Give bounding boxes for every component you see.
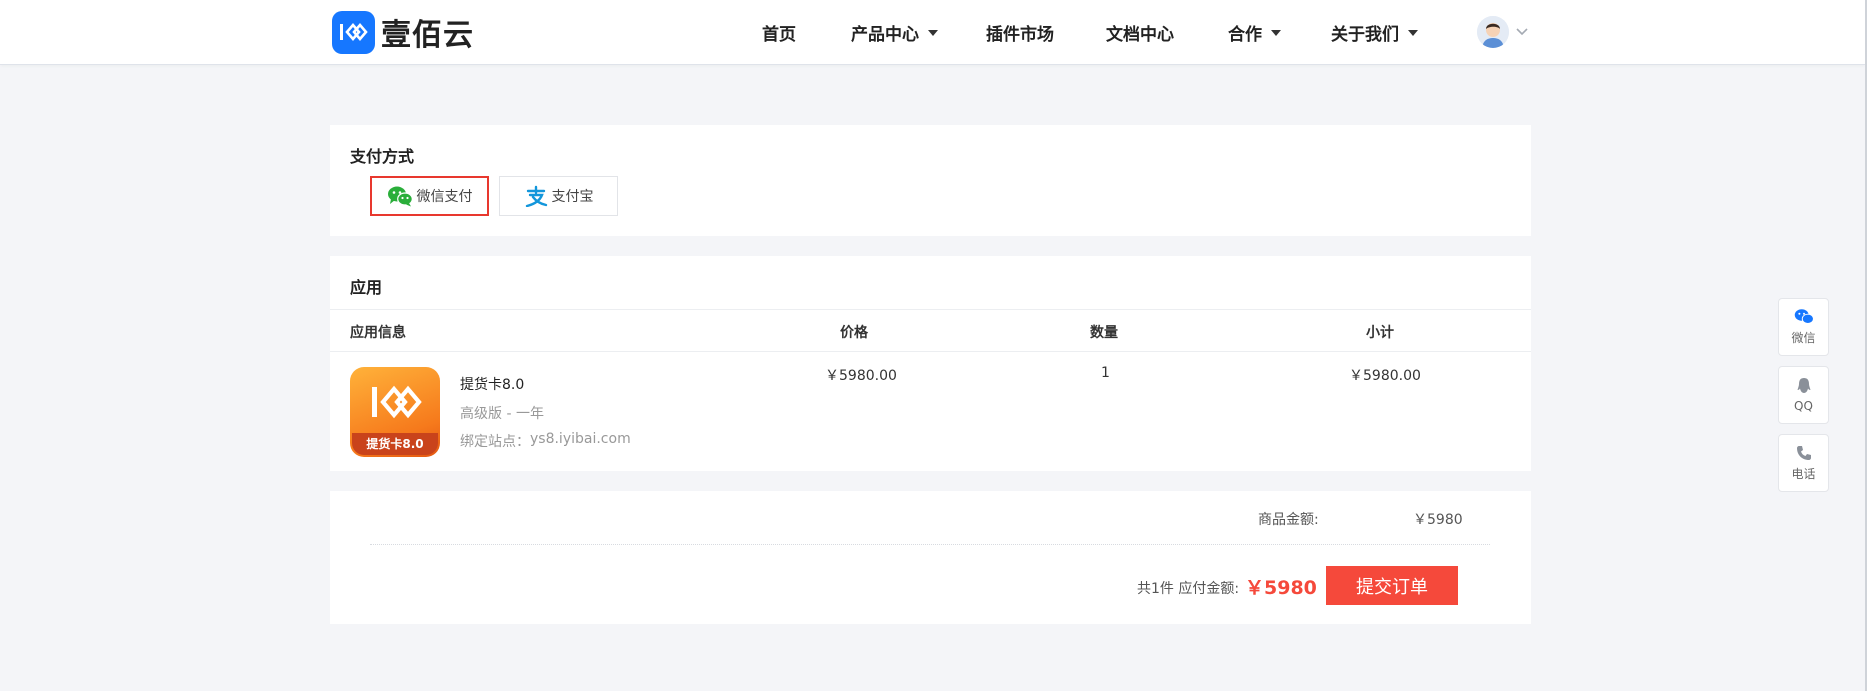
alipay-option[interactable]: 支付宝 <box>499 176 618 216</box>
app-icon-badge: 提货卡8.0 <box>352 433 438 455</box>
float-phone-label: 电话 <box>1791 466 1816 481</box>
nav-about[interactable]: 关于我们 <box>1331 0 1418 65</box>
caret-down-icon <box>928 29 938 36</box>
top-header: 壹佰云 首页 产品中心 插件市场 文档中心 合作 关于我们 <box>0 0 1865 65</box>
col-price: 价格 <box>840 325 868 341</box>
summary-divider <box>370 544 1490 545</box>
wechat-icon <box>387 186 413 207</box>
float-wechat-label: 微信 <box>1791 331 1816 345</box>
float-qq-button[interactable]: QQ <box>1778 366 1829 424</box>
caret-down-icon <box>1271 29 1281 36</box>
nav-cooperation[interactable]: 合作 <box>1228 0 1281 65</box>
nav-home-label: 首页 <box>762 25 796 45</box>
payment-title: 支付方式 <box>350 147 415 166</box>
wechat-icon <box>1794 309 1814 324</box>
nav-plugins[interactable]: 插件市场 <box>986 0 1054 65</box>
site-label: 绑定站点： <box>460 434 530 450</box>
item-quantity: 1 <box>1101 365 1110 381</box>
phone-icon <box>1796 445 1811 460</box>
caret-down-icon <box>1408 29 1418 36</box>
app-title: 应用 <box>350 278 383 297</box>
float-phone-button[interactable]: 电话 <box>1778 434 1829 492</box>
qq-icon <box>1797 378 1810 393</box>
user-avatar[interactable] <box>1477 16 1509 48</box>
col-subtotal: 小计 <box>1366 325 1394 341</box>
payable-amount: ￥5980 <box>1245 577 1317 599</box>
site-logo[interactable]: 壹佰云 <box>332 10 474 54</box>
nav-products-label: 产品中心 <box>851 25 919 45</box>
item-price: ￥5980.00 <box>825 368 897 384</box>
nav-products[interactable]: 产品中心 <box>851 0 938 65</box>
payable-label: 共1件 应付金额: <box>1137 581 1240 597</box>
nav-cooperation-label: 合作 <box>1228 25 1262 45</box>
app-table-header: 应用信息 价格 数量 小计 <box>330 309 1531 352</box>
alipay-icon <box>525 185 547 207</box>
nav-about-label: 关于我们 <box>1331 25 1399 45</box>
nav-home[interactable]: 首页 <box>762 0 796 65</box>
wechat-pay-option[interactable]: 微信支付 <box>370 176 489 216</box>
nav-plugins-label: 插件市场 <box>986 25 1054 45</box>
logo-text: 壹佰云 <box>381 18 474 53</box>
app-icon: 提货卡8.0 <box>350 367 440 457</box>
app-name: 提货卡8.0 <box>460 377 525 393</box>
alipay-label: 支付宝 <box>551 189 594 205</box>
submit-order-button[interactable]: 提交订单 <box>1326 566 1458 605</box>
float-wechat-button[interactable]: 微信 <box>1778 298 1829 356</box>
item-subtotal: ￥5980.00 <box>1349 368 1421 384</box>
chevron-down-icon[interactable] <box>1514 23 1530 39</box>
goods-amount: ￥5980 <box>1413 512 1463 528</box>
col-quantity: 数量 <box>1090 325 1118 341</box>
float-qq-label: QQ <box>1794 399 1813 413</box>
wechat-pay-label: 微信支付 <box>416 189 473 205</box>
nav-docs[interactable]: 文档中心 <box>1106 0 1174 65</box>
bound-site: ys8.iyibai.com <box>530 431 631 447</box>
col-app-info: 应用信息 <box>350 325 406 341</box>
app-edition: 高级版 - 一年 <box>460 406 544 422</box>
nav-docs-label: 文档中心 <box>1106 25 1174 45</box>
logo-icon <box>332 10 375 54</box>
goods-amount-label: 商品金额: <box>1258 512 1319 528</box>
